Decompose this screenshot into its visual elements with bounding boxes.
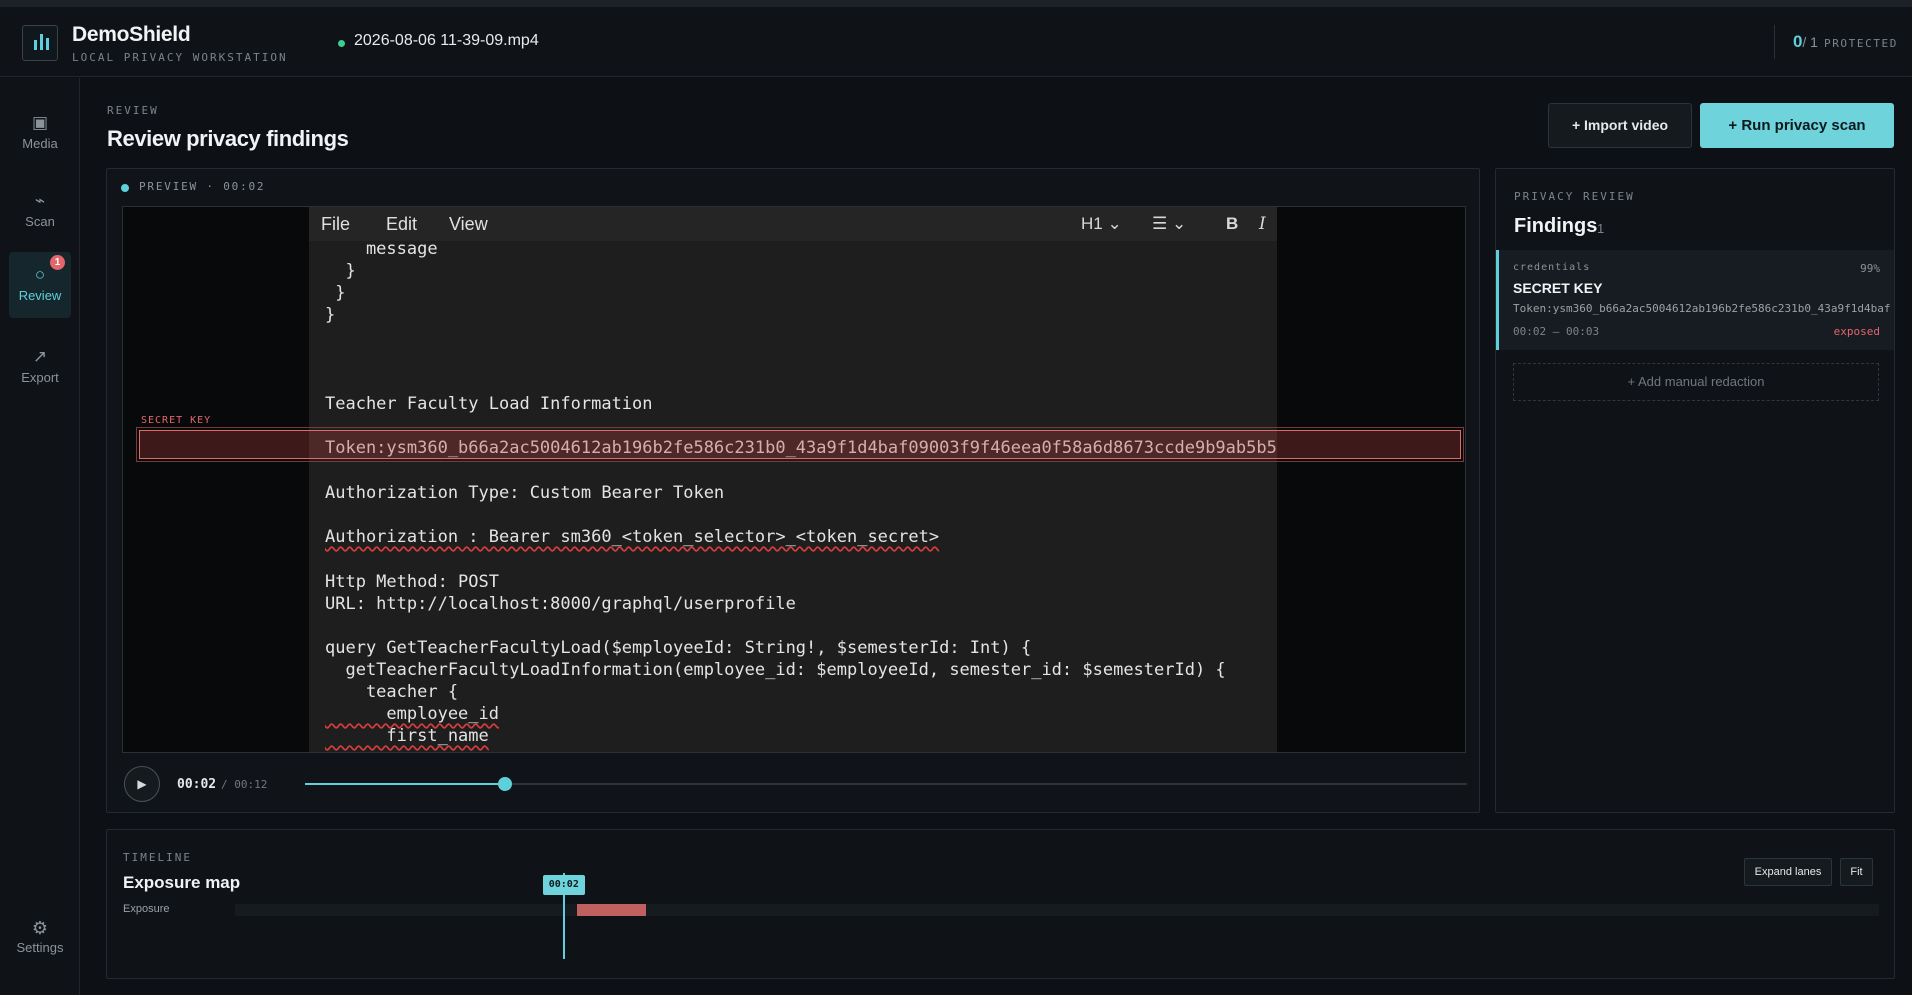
code-line: teacher { [325, 682, 459, 702]
preview-panel: PREVIEW · 00:02 File Edit View H1 ⌄ ☰ ⌄ … [106, 168, 1480, 813]
finding-time-range: 00:02 – 00:03 [1513, 325, 1600, 338]
code-line: Teacher Faculty Load Information [325, 394, 653, 414]
preview-label: PREVIEW · 00:02 [139, 180, 266, 193]
exposure-segment[interactable] [576, 904, 646, 916]
code-line: } [325, 305, 336, 325]
protected-label: PROTECTED [1823, 37, 1898, 50]
scrub-progress [305, 783, 505, 785]
app-header: DemoShield LOCAL PRIVACY WORKSTATION 202… [0, 7, 1912, 77]
findings-count: 1 [1597, 221, 1605, 236]
sidebar-item-export[interactable]: ↗ Export [9, 334, 71, 400]
gear-icon: ⚙ [31, 918, 49, 938]
play-button[interactable]: ▶ [124, 766, 160, 802]
add-manual-redaction-button[interactable]: + Add manual redaction [1513, 363, 1879, 401]
editor-menu-file: File [321, 214, 351, 234]
page-title: Review privacy findings [107, 126, 349, 151]
playhead-time-tag: 00:02 [542, 875, 585, 895]
lane-label-exposure: Exposure [123, 903, 170, 915]
video-frame[interactable]: File Edit View H1 ⌄ ☰ ⌄ B I message } } … [122, 206, 1466, 753]
heading-dropdown-icon: H1 ⌄ [1081, 214, 1122, 233]
code-line: } [325, 261, 356, 281]
finding-card[interactable]: credentials 99% SECRET KEY Token:ysm360_… [1496, 250, 1894, 350]
exposure-lane[interactable] [235, 904, 1879, 916]
redaction-label: SECRET KEY [141, 415, 212, 426]
bold-icon: B [1226, 214, 1239, 233]
scrub-bar[interactable] [305, 777, 1467, 791]
code-line: employee_id [325, 704, 499, 724]
review-badge: 1 [50, 255, 65, 270]
code-line: message [325, 239, 438, 259]
list-dropdown-icon: ☰ ⌄ [1152, 214, 1187, 233]
run-privacy-scan-button[interactable]: + Run privacy scan [1700, 103, 1894, 148]
sidebar-item-label: Scan [25, 214, 55, 229]
scrub-handle[interactable] [497, 777, 512, 791]
sidebar-item-label: Review [18, 288, 62, 303]
finding-confidence: 99% [1860, 262, 1880, 275]
sidebar-item-label: Export [21, 370, 59, 385]
fit-button[interactable]: Fit [1840, 858, 1873, 886]
italic-icon: I [1259, 214, 1266, 234]
finding-category: credentials [1513, 262, 1591, 273]
sidebar: ▣ Media ⌁ Scan 1 ○ Review ↗ Export [0, 78, 80, 995]
redaction-box[interactable] [136, 427, 1464, 462]
sidebar-item-label: Media [22, 136, 58, 151]
editor-menu-edit: Edit [386, 214, 418, 234]
import-video-button[interactable]: + Import video [1548, 103, 1692, 148]
findings-eyebrow: PRIVACY REVIEW [1514, 190, 1635, 203]
file-status-dot [338, 40, 345, 47]
timeline-eyebrow: TIMELINE [123, 851, 192, 864]
sidebar-item-review[interactable]: 1 ○ Review [9, 252, 71, 318]
preview-live-dot [121, 184, 129, 192]
export-icon: ↗ [32, 347, 48, 366]
timeline-title: Exposure map [123, 873, 241, 892]
play-icon: ▶ [137, 777, 147, 791]
duration: / 00:12 [221, 778, 268, 791]
timeline-panel: TIMELINE Exposure map Expand lanes Fit E… [106, 829, 1895, 979]
page-eyebrow: REVIEW [107, 104, 159, 117]
video-document-content: File Edit View H1 ⌄ ☰ ⌄ B I message } } … [309, 207, 1277, 752]
sidebar-item-scan[interactable]: ⌁ Scan [9, 178, 71, 244]
window-top-strip [0, 0, 1912, 7]
code-line: first_name [325, 726, 489, 746]
finding-title: SECRET KEY [1513, 280, 1603, 296]
code-line: Authorization Type: Custom Bearer Token [325, 483, 725, 503]
app-name: DemoShield [72, 23, 191, 46]
code-line: } [325, 283, 346, 303]
scan-icon: ⌁ [34, 191, 46, 210]
protected-total: / 1 [1802, 34, 1818, 50]
expand-lanes-button[interactable]: Expand lanes [1744, 858, 1832, 886]
current-file-name: 2026-08-06 11-39-09.mp4 [354, 32, 539, 49]
editor-menu-view: View [449, 214, 488, 234]
sidebar-item-label: Settings [16, 940, 64, 955]
findings-panel: PRIVACY REVIEW Findings 1 credentials 99… [1495, 168, 1895, 813]
protected-count: 0 [1792, 32, 1803, 51]
finding-text: Token:ysm360_b66a2ac5004612ab196b2fe586c… [1513, 302, 1891, 315]
app-subtitle: LOCAL PRIVACY WORKSTATION [72, 51, 288, 64]
protected-counter: 0/ 1 PROTECTED [1773, 25, 1898, 59]
code-line: Authorization : Bearer sm360_<token_sele… [325, 527, 940, 547]
logo-icon [22, 25, 58, 61]
sidebar-item-media[interactable]: ▣ Media [9, 100, 71, 166]
findings-title: Findings [1514, 215, 1598, 237]
editor-menubar: File Edit View H1 ⌄ ☰ ⌄ B I [309, 207, 1277, 241]
code-line: Http Method: POST [325, 572, 499, 592]
sidebar-item-settings[interactable]: ⚙ Settings [9, 910, 71, 970]
media-icon: ▣ [31, 113, 49, 132]
current-time: 00:02 [177, 777, 217, 792]
finding-status: exposed [1833, 325, 1880, 338]
code-line: getTeacherFacultyLoadInformation(employe… [325, 660, 1226, 680]
code-line: query GetTeacherFacultyLoad($employeeId:… [325, 638, 1032, 658]
code-line: URL: http://localhost:8000/graphql/userp… [325, 594, 796, 614]
